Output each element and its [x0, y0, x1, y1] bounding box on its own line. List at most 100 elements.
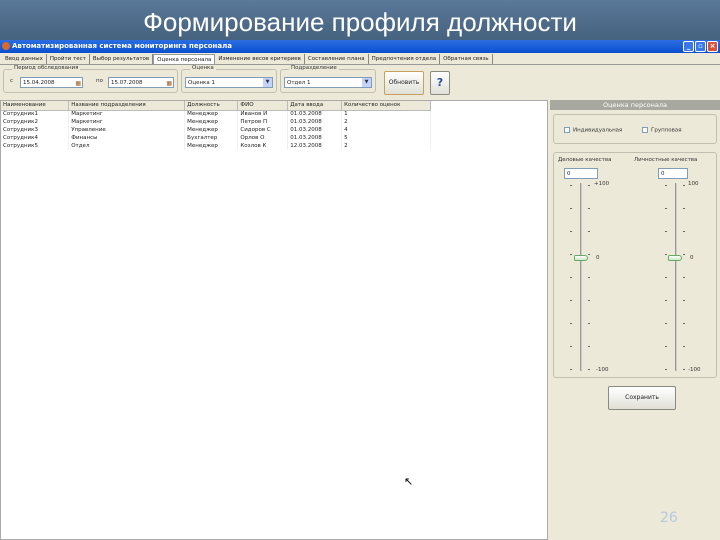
column-header[interactable]: ФИО — [237, 101, 289, 111]
table-cell: 12.03.2008 — [287, 142, 343, 150]
table-cell: 4 — [341, 126, 431, 134]
table-cell: 01.03.2008 — [287, 118, 343, 126]
table-cell: Иванов И — [237, 110, 289, 118]
chevron-down-icon[interactable]: ▼ — [263, 78, 272, 87]
group-label: Групповая — [651, 127, 682, 134]
table-cell: Сотрудник2 — [1, 118, 70, 126]
date-from-field[interactable]: 15.04.2008 ▦ — [20, 77, 83, 88]
tab-staff-assessment[interactable]: Оценка персонала — [153, 54, 216, 64]
slider-tick — [665, 346, 667, 347]
table-row[interactable]: Сотрудник5 Отдел Менеджер Козлов К 12.03.200… — [1, 142, 431, 150]
rating-label: Оценка — [190, 65, 216, 71]
column-header[interactable]: Количество оценок — [341, 101, 431, 111]
personal-qualities-slider[interactable] — [675, 183, 677, 371]
department-group: Подразделение Отдел 1 ▼ — [280, 65, 376, 93]
title-bar: Автоматизированная система мониторинга п… — [0, 40, 720, 53]
table-cell: Козлов К — [237, 142, 289, 150]
chevron-down-icon[interactable]: ▼ — [362, 78, 371, 87]
tab-feedback[interactable]: Обратная связь — [440, 54, 493, 64]
assessment-panel: Оценка персонала Индивидуальная Группова… — [550, 100, 720, 540]
slider-tick — [683, 208, 685, 209]
help-button[interactable]: ? — [430, 71, 450, 95]
filter-toolbar: Период обследования с 15.04.2008 ▦ по 15.… — [0, 65, 720, 100]
business-slider-thumb[interactable] — [574, 255, 588, 261]
maximize-button[interactable]: ▫ — [695, 41, 706, 52]
window-title: Автоматизированная система мониторинга п… — [12, 42, 232, 50]
table-cell: Менеджер — [184, 118, 239, 126]
slider-tick — [683, 346, 685, 347]
table-row[interactable]: Сотрудник1 Маркетинг Менеджер Иванов И 01.03… — [1, 110, 431, 118]
tab-data-entry[interactable]: Ввод данных — [2, 54, 47, 64]
personal-qualities-label: Личностные качества — [634, 157, 698, 163]
department-label: Подразделение — [289, 65, 339, 71]
slider-tick — [683, 300, 685, 301]
table-cell: Менеджер — [184, 142, 239, 150]
rating-select[interactable]: Оценка 1 ▼ — [185, 77, 273, 88]
tab-criteria-weights[interactable]: Изменение весов критериев — [215, 54, 305, 64]
business-qualities-slider[interactable] — [580, 183, 582, 371]
table-cell: Бухгалтер — [184, 134, 239, 142]
refresh-button[interactable]: Обновить — [384, 71, 424, 95]
slider-tick — [570, 277, 572, 278]
save-button[interactable]: Сохранить — [608, 386, 676, 410]
tab-plan[interactable]: Составление плана — [305, 54, 369, 64]
column-header[interactable]: Наименование — [1, 101, 70, 111]
tab-results[interactable]: Выбор результатов — [90, 54, 154, 64]
table-cell: Менеджер — [184, 126, 239, 134]
slider2-max-label: 100 — [688, 181, 699, 187]
slider-tick — [665, 277, 667, 278]
slider-tick — [588, 208, 590, 209]
tab-department-preferences[interactable]: Предпочтения отдела — [369, 54, 441, 64]
personal-slider-thumb[interactable] — [668, 255, 682, 261]
column-header[interactable]: Должность — [184, 101, 239, 111]
business-qualities-input[interactable]: 0 — [564, 168, 598, 179]
tab-take-test[interactable]: Пройти тест — [47, 54, 90, 64]
column-header[interactable]: Дата ввода — [287, 101, 343, 111]
table-cell: Финансы — [68, 134, 186, 142]
slider-tick — [665, 323, 667, 324]
date-from-value: 15.04.2008 — [23, 80, 55, 86]
tab-bar: Ввод данных Пройти тест Выбор результато… — [0, 54, 720, 65]
table-cell: Сотрудник3 — [1, 126, 70, 134]
slider-tick — [683, 185, 685, 186]
slider-tick — [665, 300, 667, 301]
slider-tick — [588, 369, 590, 370]
individual-label: Индивидуальная — [573, 127, 623, 134]
calendar-icon[interactable]: ▦ — [75, 79, 81, 89]
slider-tick — [588, 277, 590, 278]
panel-title: Оценка персонала — [550, 100, 720, 110]
table-cell: Сотрудник5 — [1, 142, 70, 150]
qualities-group: Деловые качества 0 Личностные качества 0… — [553, 152, 717, 378]
personal-qualities-input[interactable]: 0 — [658, 168, 688, 179]
slider1-max-label: +100 — [594, 181, 610, 187]
table-row[interactable]: Сотрудник4 Финансы Бухгалтер Орлов О 01.03.2… — [1, 134, 431, 142]
slider-tick — [588, 323, 590, 324]
slider-tick — [570, 208, 572, 209]
staff-table: Наименование Название подразделения Должно… — [0, 100, 548, 540]
column-header[interactable]: Название подразделения — [68, 101, 186, 111]
individual-checkbox[interactable]: Индивидуальная — [564, 127, 622, 134]
close-button[interactable]: × — [707, 41, 718, 52]
slider-tick — [665, 208, 667, 209]
slider-tick — [588, 254, 590, 255]
department-select[interactable]: Отдел 1 ▼ — [284, 77, 372, 88]
group-checkbox[interactable]: Групповая — [642, 127, 682, 134]
slider2-min-label: -100 — [688, 367, 701, 373]
slider-tick — [683, 277, 685, 278]
minimize-button[interactable]: _ — [683, 41, 694, 52]
slider-tick — [665, 369, 667, 370]
app-icon — [2, 42, 10, 50]
period-group: Период обследования с 15.04.2008 ▦ по 15.… — [3, 65, 178, 93]
slider-tick — [683, 231, 685, 232]
calendar-icon[interactable]: ▦ — [166, 79, 172, 89]
table-cell: 01.03.2008 — [287, 126, 343, 134]
table-row[interactable]: Сотрудник2 Маркетинг Менеджер Петров П 01.03… — [1, 118, 431, 126]
from-label: с — [10, 78, 14, 84]
slider-tick — [570, 346, 572, 347]
page-number: 26 — [660, 510, 678, 526]
slider-tick — [570, 323, 572, 324]
app-window: Автоматизированная система мониторинга п… — [0, 40, 720, 540]
table-cell: Петров П — [237, 118, 289, 126]
table-row[interactable]: Сотрудник3 Управление Менеджер Сидоров С 01.… — [1, 126, 431, 134]
date-to-field[interactable]: 15.07.2008 ▦ — [108, 77, 174, 88]
